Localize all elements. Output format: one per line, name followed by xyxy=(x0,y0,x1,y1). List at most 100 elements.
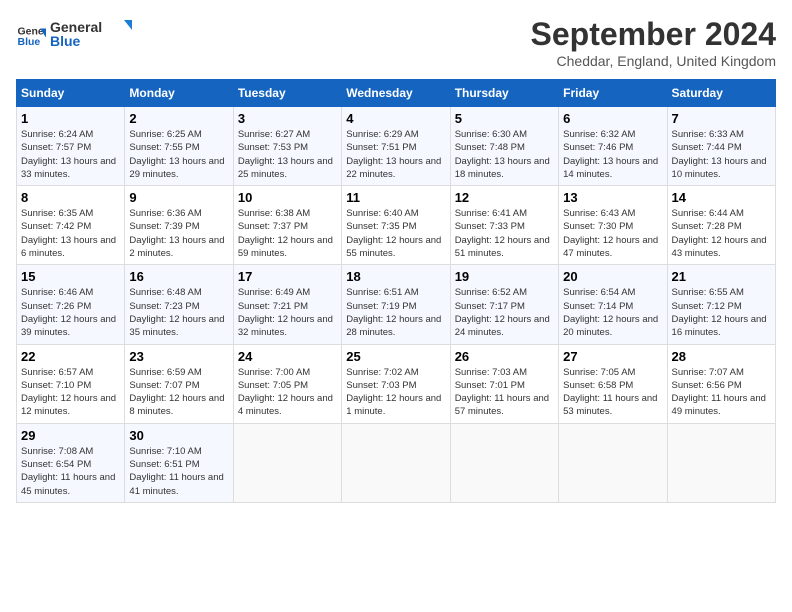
empty-day-cell xyxy=(342,423,450,502)
col-thursday: Thursday xyxy=(450,80,558,107)
table-row: 25 Sunrise: 7:02 AMSunset: 7:03 PMDayligh… xyxy=(342,344,450,423)
table-row: 8 Sunrise: 6:35 AMSunset: 7:42 PMDaylight… xyxy=(17,186,125,265)
table-row: 28 Sunrise: 7:07 AMSunset: 6:56 PMDayligh… xyxy=(667,344,775,423)
day-number: 18 xyxy=(346,269,445,284)
day-number: 8 xyxy=(21,190,120,205)
day-number: 20 xyxy=(563,269,662,284)
day-number: 21 xyxy=(672,269,771,284)
col-friday: Friday xyxy=(559,80,667,107)
day-number: 9 xyxy=(129,190,228,205)
day-info: Sunrise: 7:03 AMSunset: 7:01 PMDaylight:… xyxy=(455,366,554,419)
day-info: Sunrise: 6:33 AMSunset: 7:44 PMDaylight:… xyxy=(672,128,771,181)
empty-day-cell xyxy=(559,423,667,502)
day-info: Sunrise: 6:59 AMSunset: 7:07 PMDaylight:… xyxy=(129,366,228,419)
table-row: 21 Sunrise: 6:55 AMSunset: 7:12 PMDayligh… xyxy=(667,265,775,344)
svg-text:Blue: Blue xyxy=(18,36,41,48)
day-info: Sunrise: 6:49 AMSunset: 7:21 PMDaylight:… xyxy=(238,286,337,339)
day-info: Sunrise: 6:35 AMSunset: 7:42 PMDaylight:… xyxy=(21,207,120,260)
table-row: 5 Sunrise: 6:30 AMSunset: 7:48 PMDaylight… xyxy=(450,107,558,186)
col-tuesday: Tuesday xyxy=(233,80,341,107)
day-info: Sunrise: 7:02 AMSunset: 7:03 PMDaylight:… xyxy=(346,366,445,419)
day-number: 12 xyxy=(455,190,554,205)
day-info: Sunrise: 6:29 AMSunset: 7:51 PMDaylight:… xyxy=(346,128,445,181)
day-number: 25 xyxy=(346,349,445,364)
title-block: September 2024 Cheddar, England, United … xyxy=(531,16,776,69)
table-row: 29 Sunrise: 7:08 AMSunset: 6:54 PMDayligh… xyxy=(17,423,125,502)
day-number: 16 xyxy=(129,269,228,284)
calendar-week-row: 1 Sunrise: 6:24 AMSunset: 7:57 PMDaylight… xyxy=(17,107,776,186)
day-number: 26 xyxy=(455,349,554,364)
day-info: Sunrise: 6:25 AMSunset: 7:55 PMDaylight:… xyxy=(129,128,228,181)
day-info: Sunrise: 6:32 AMSunset: 7:46 PMDaylight:… xyxy=(563,128,662,181)
logo: General Blue General Blue xyxy=(16,16,140,57)
day-info: Sunrise: 6:24 AMSunset: 7:57 PMDaylight:… xyxy=(21,128,120,181)
day-number: 7 xyxy=(672,111,771,126)
day-info: Sunrise: 6:46 AMSunset: 7:26 PMDaylight:… xyxy=(21,286,120,339)
empty-day-cell xyxy=(450,423,558,502)
day-number: 10 xyxy=(238,190,337,205)
day-number: 11 xyxy=(346,190,445,205)
col-wednesday: Wednesday xyxy=(342,80,450,107)
col-monday: Monday xyxy=(125,80,233,107)
table-row: 1 Sunrise: 6:24 AMSunset: 7:57 PMDaylight… xyxy=(17,107,125,186)
day-number: 6 xyxy=(563,111,662,126)
day-number: 19 xyxy=(455,269,554,284)
table-row: 26 Sunrise: 7:03 AMSunset: 7:01 PMDayligh… xyxy=(450,344,558,423)
day-number: 30 xyxy=(129,428,228,443)
table-row: 15 Sunrise: 6:46 AMSunset: 7:26 PMDayligh… xyxy=(17,265,125,344)
calendar-week-row: 8 Sunrise: 6:35 AMSunset: 7:42 PMDaylight… xyxy=(17,186,776,265)
logo-icon: General Blue xyxy=(16,21,46,51)
day-info: Sunrise: 6:30 AMSunset: 7:48 PMDaylight:… xyxy=(455,128,554,181)
day-number: 15 xyxy=(21,269,120,284)
table-row: 30 Sunrise: 7:10 AMSunset: 6:51 PMDayligh… xyxy=(125,423,233,502)
table-row: 11 Sunrise: 6:40 AMSunset: 7:35 PMDayligh… xyxy=(342,186,450,265)
table-row: 12Sunrise: 6:41 AMSunset: 7:33 PMDayligh… xyxy=(450,186,558,265)
table-row: 23 Sunrise: 6:59 AMSunset: 7:07 PMDayligh… xyxy=(125,344,233,423)
table-row: 16 Sunrise: 6:48 AMSunset: 7:23 PMDayligh… xyxy=(125,265,233,344)
day-info: Sunrise: 6:48 AMSunset: 7:23 PMDaylight:… xyxy=(129,286,228,339)
day-info: Sunrise: 7:05 AMSunset: 6:58 PMDaylight:… xyxy=(563,366,662,419)
table-row: 9Sunrise: 6:36 AMSunset: 7:39 PMDaylight… xyxy=(125,186,233,265)
table-row: 24 Sunrise: 7:00 AMSunset: 7:05 PMDayligh… xyxy=(233,344,341,423)
day-info: Sunrise: 6:44 AMSunset: 7:28 PMDaylight:… xyxy=(672,207,771,260)
day-info: Sunrise: 6:55 AMSunset: 7:12 PMDaylight:… xyxy=(672,286,771,339)
day-info: Sunrise: 6:43 AMSunset: 7:30 PMDaylight:… xyxy=(563,207,662,260)
day-number: 5 xyxy=(455,111,554,126)
day-info: Sunrise: 7:08 AMSunset: 6:54 PMDaylight:… xyxy=(21,445,120,498)
table-row: 22Sunrise: 6:57 AMSunset: 7:10 PMDayligh… xyxy=(17,344,125,423)
location-subtitle: Cheddar, England, United Kingdom xyxy=(531,53,776,69)
table-row: 17 Sunrise: 6:49 AMSunset: 7:21 PMDayligh… xyxy=(233,265,341,344)
day-number: 2 xyxy=(129,111,228,126)
day-info: Sunrise: 6:40 AMSunset: 7:35 PMDaylight:… xyxy=(346,207,445,260)
day-info: Sunrise: 6:54 AMSunset: 7:14 PMDaylight:… xyxy=(563,286,662,339)
table-row: 7 Sunrise: 6:33 AMSunset: 7:44 PMDaylight… xyxy=(667,107,775,186)
empty-day-cell xyxy=(233,423,341,502)
day-number: 24 xyxy=(238,349,337,364)
logo-text: General Blue xyxy=(50,16,140,57)
day-number: 27 xyxy=(563,349,662,364)
day-info: Sunrise: 6:27 AMSunset: 7:53 PMDaylight:… xyxy=(238,128,337,181)
day-info: Sunrise: 7:10 AMSunset: 6:51 PMDaylight:… xyxy=(129,445,228,498)
table-row: 6 Sunrise: 6:32 AMSunset: 7:46 PMDaylight… xyxy=(559,107,667,186)
day-number: 29 xyxy=(21,428,120,443)
day-number: 3 xyxy=(238,111,337,126)
day-info: Sunrise: 7:00 AMSunset: 7:05 PMDaylight:… xyxy=(238,366,337,419)
day-number: 23 xyxy=(129,349,228,364)
calendar-table: Sunday Monday Tuesday Wednesday Thursday… xyxy=(16,79,776,503)
day-number: 22 xyxy=(21,349,120,364)
day-info: Sunrise: 6:51 AMSunset: 7:19 PMDaylight:… xyxy=(346,286,445,339)
table-row: 27 Sunrise: 7:05 AMSunset: 6:58 PMDayligh… xyxy=(559,344,667,423)
col-saturday: Saturday xyxy=(667,80,775,107)
table-row: 14Sunrise: 6:44 AMSunset: 7:28 PMDayligh… xyxy=(667,186,775,265)
day-number: 17 xyxy=(238,269,337,284)
col-sunday: Sunday xyxy=(17,80,125,107)
day-info: Sunrise: 6:38 AMSunset: 7:37 PMDaylight:… xyxy=(238,207,337,260)
day-info: Sunrise: 6:52 AMSunset: 7:17 PMDaylight:… xyxy=(455,286,554,339)
table-row: 18 Sunrise: 6:51 AMSunset: 7:19 PMDayligh… xyxy=(342,265,450,344)
svg-text:Blue: Blue xyxy=(50,33,81,49)
day-number: 1 xyxy=(21,111,120,126)
table-row: 19 Sunrise: 6:52 AMSunset: 7:17 PMDayligh… xyxy=(450,265,558,344)
month-title: September 2024 xyxy=(531,16,776,53)
day-info: Sunrise: 7:07 AMSunset: 6:56 PMDaylight:… xyxy=(672,366,771,419)
day-number: 28 xyxy=(672,349,771,364)
